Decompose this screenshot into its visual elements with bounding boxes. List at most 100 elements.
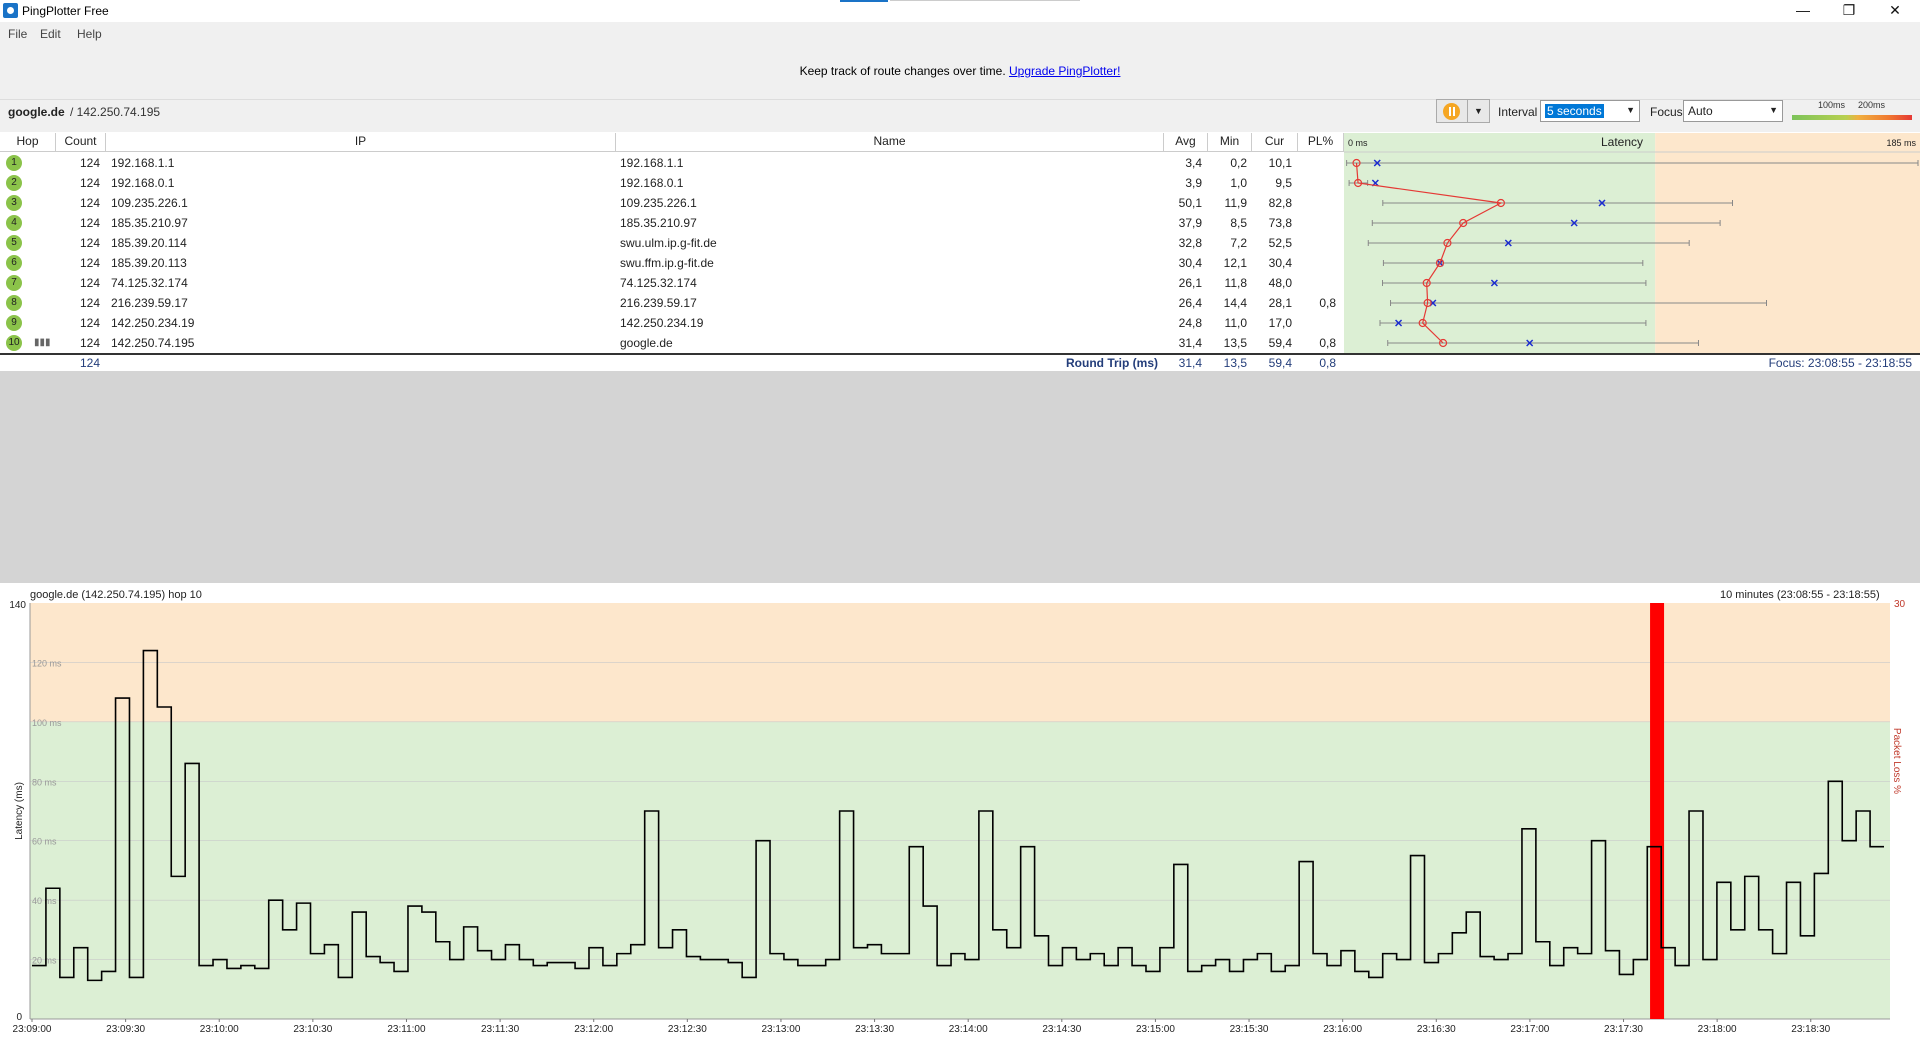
latency-min-label: 0 ms: [1348, 138, 1368, 148]
graph-x-label: 23:11:00: [387, 1024, 426, 1035]
close-button[interactable]: ✕: [1872, 0, 1918, 22]
graph-right-axis-label: Packet Loss %: [1891, 728, 1902, 794]
hop-ip: 185.39.20.114: [111, 236, 187, 250]
total-cur: 59,4: [1268, 356, 1292, 370]
hop-avg: 37,9: [1178, 216, 1202, 230]
graph-x-label: 23:15:00: [1136, 1024, 1175, 1035]
hop-cur: 30,4: [1268, 256, 1292, 270]
hop-number: 3: [6, 195, 22, 211]
hop-pl: 0,8: [1319, 336, 1336, 350]
hop-name: google.de: [620, 336, 673, 350]
graph-grid-label: 40 ms: [32, 896, 57, 906]
graph-grid-label: 100 ms: [32, 718, 62, 728]
hop-avg: 24,8: [1178, 316, 1202, 330]
target-ip: / 142.250.74.195: [70, 105, 161, 119]
total-count: 124: [79, 356, 100, 370]
graph-x-label: 23:10:00: [200, 1024, 239, 1035]
total-min: 13,5: [1223, 356, 1247, 370]
hop-cur: 9,5: [1275, 176, 1292, 190]
menu-file[interactable]: File: [8, 27, 27, 41]
packet-loss-bar: [1650, 603, 1665, 1019]
graph-x-label: 23:18:30: [1791, 1024, 1830, 1035]
graph-x-label: 23:16:30: [1417, 1024, 1456, 1035]
hop-count: 124: [79, 176, 100, 190]
upgrade-link[interactable]: Upgrade PingPlotter!: [1009, 64, 1120, 78]
hop-name: 216.239.59.17: [620, 296, 697, 310]
col-ip[interactable]: IP: [106, 133, 616, 152]
latency-zone-warn: [1655, 133, 1920, 353]
graph-icon[interactable]: ▮▮▮: [34, 337, 51, 348]
banner-text-wrap: Keep track of route changes over time. U…: [0, 64, 1920, 78]
hop-min: 11,0: [1224, 316, 1247, 330]
col-count[interactable]: Count: [56, 133, 106, 152]
graph-x-label: 23:16:00: [1323, 1024, 1362, 1035]
title-bar: PingPlotter Free — ❐ ✕: [0, 0, 1920, 22]
table-row[interactable]: 6 124 185.39.20.113 swu.ffm.ip.g-fit.de 30,4…: [0, 253, 1344, 273]
hop-avg: 3,4: [1185, 156, 1202, 170]
graph-x-label: 23:10:30: [293, 1024, 332, 1035]
col-avg[interactable]: Avg: [1164, 133, 1208, 152]
hop-min: 11,9: [1224, 196, 1247, 210]
app-logo-icon: [3, 3, 18, 18]
focus-select[interactable]: Auto ▼: [1683, 100, 1783, 122]
hop-number: 6: [6, 255, 22, 271]
graph-x-label: 23:14:30: [1042, 1024, 1081, 1035]
pause-button[interactable]: ▼: [1436, 99, 1490, 123]
hop-ip: 109.235.226.1: [111, 196, 188, 210]
chevron-down-icon: ▼: [1769, 105, 1778, 115]
interval-value: 5 seconds: [1545, 104, 1604, 118]
hop-name: 109.235.226.1: [620, 196, 697, 210]
hop-avg: 3,9: [1185, 176, 1202, 190]
table-row[interactable]: 1 124 192.168.1.1 192.168.1.1 3,4 0,2 10,1: [0, 153, 1344, 173]
col-pl[interactable]: PL%: [1298, 133, 1344, 152]
hop-ip: 192.168.0.1: [111, 176, 175, 190]
hop-min: 8,5: [1230, 216, 1247, 230]
hop-cur: 48,0: [1268, 276, 1292, 290]
focus-label: Focus: [1650, 105, 1683, 119]
hop-ip: 185.39.20.113: [111, 256, 187, 270]
table-row[interactable]: 4 124 185.35.210.97 185.35.210.97 37,9 8,5 73,…: [0, 213, 1344, 233]
graph-grid-label: 20 ms: [32, 956, 57, 966]
restore-button[interactable]: ❐: [1826, 0, 1872, 22]
graph-x-label: 23:17:30: [1604, 1024, 1643, 1035]
hop-cur: 10,1: [1268, 156, 1292, 170]
hop-pl: 0,8: [1319, 296, 1336, 310]
graph-zone-good: [30, 721, 1890, 1019]
graph-x-label: 23:09:30: [106, 1024, 145, 1035]
table-row[interactable]: 5 124 185.39.20.114 swu.ulm.ip.g-fit.de 32,8…: [0, 233, 1344, 253]
hop-min: 7,2: [1230, 236, 1247, 250]
table-row[interactable]: 8 124 216.239.59.17 216.239.59.17 26,4 14,4 28…: [0, 293, 1360, 313]
banner-message: Keep track of route changes over time.: [799, 64, 1006, 78]
table-row[interactable]: 3 124 109.235.226.1 109.235.226.1 50,1 11,9 82…: [0, 193, 1344, 213]
window-title: PingPlotter Free: [22, 4, 109, 18]
minimize-button[interactable]: —: [1780, 0, 1826, 22]
graph-grid-label: 120 ms: [32, 658, 62, 668]
hop-ip: 192.168.1.1: [111, 156, 175, 170]
menu-help[interactable]: Help: [77, 27, 102, 41]
col-min[interactable]: Min: [1208, 133, 1252, 152]
hop-cur: 82,8: [1268, 196, 1292, 210]
col-name[interactable]: Name: [616, 133, 1164, 152]
hop-count: 124: [79, 296, 100, 310]
graph-y-zero: 0: [16, 1012, 22, 1023]
table-row[interactable]: 10 124 142.250.74.195 google.de 31,4 13,5 59,4…: [0, 333, 1360, 353]
round-trip-label: Round Trip (ms): [1066, 356, 1158, 370]
menu-edit[interactable]: Edit: [40, 27, 61, 41]
hop-avg: 31,4: [1178, 336, 1202, 350]
menu-bar: File Edit Help: [0, 22, 1920, 44]
table-row[interactable]: 2 124 192.168.0.1 192.168.0.1 3,9 1,0 9,5: [0, 173, 1344, 193]
chevron-down-icon[interactable]: ▼: [1467, 100, 1489, 122]
interval-label: Interval: [1498, 105, 1538, 119]
table-row[interactable]: 7 124 74.125.32.174 74.125.32.174 26,1 11,8 48…: [0, 273, 1344, 293]
latency-scale-bar: [1792, 110, 1912, 120]
hop-avg: 32,8: [1178, 236, 1202, 250]
graph-x-label: 23:13:00: [761, 1024, 800, 1035]
interval-select[interactable]: 5 seconds ▼: [1540, 100, 1640, 122]
latency-plot: Latency 0 ms 185 ms: [1344, 133, 1920, 353]
table-row[interactable]: 9 124 142.250.234.19 142.250.234.19 24,8 11,0…: [0, 313, 1344, 333]
hop-count: 124: [79, 196, 100, 210]
col-hop[interactable]: Hop: [0, 133, 56, 152]
target-host: google.de: [8, 105, 65, 119]
col-cur[interactable]: Cur: [1252, 133, 1298, 152]
hop-name: 185.35.210.97: [620, 216, 697, 230]
